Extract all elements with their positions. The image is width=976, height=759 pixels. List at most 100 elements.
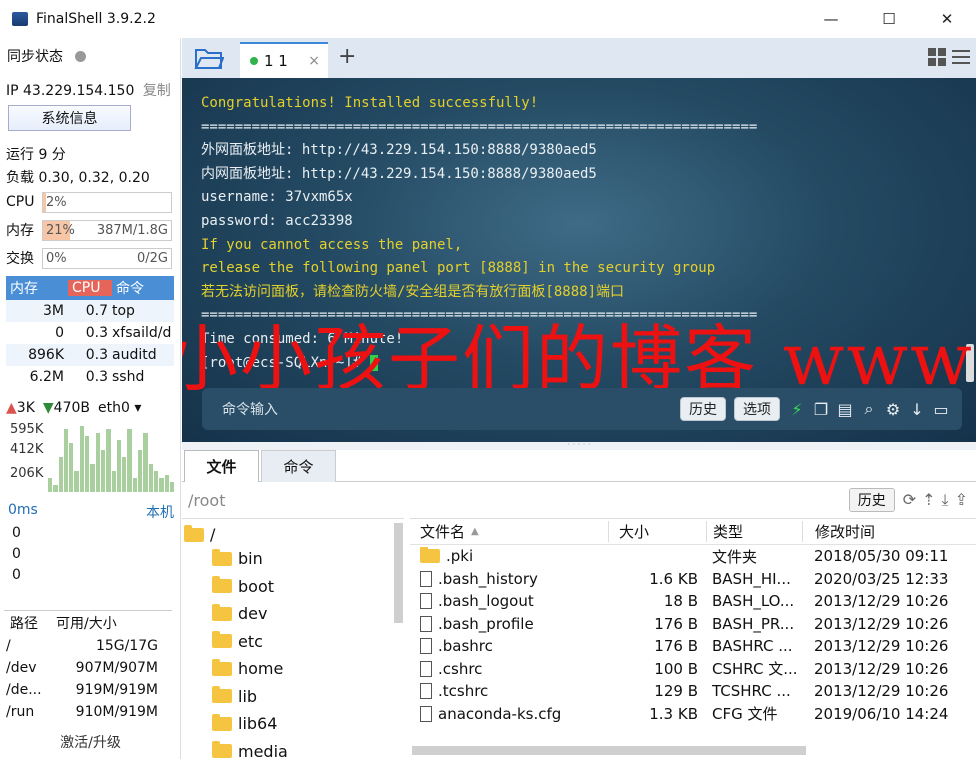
folder-icon	[212, 548, 232, 566]
ip-address: IP 43.229.154.150	[6, 83, 135, 99]
process-row[interactable]: 3M 0.7 top	[6, 300, 174, 322]
network-bar	[159, 478, 164, 492]
network-bar	[90, 464, 95, 492]
disk-row[interactable]: /run 910M/919M	[4, 701, 172, 723]
maximize-button[interactable]: ☐	[860, 0, 918, 38]
file-name: anaconda-ks.cfg	[410, 705, 608, 723]
tree-item[interactable]: etc	[212, 631, 263, 651]
terminal-line: release the following panel port [8888] …	[201, 260, 716, 277]
tree-item-label: lib	[238, 686, 258, 706]
window-icon[interactable]: ▭	[932, 400, 950, 419]
file-row[interactable]: .tcshrc 129 B TCSHRC ... 2013/12/29 10:26	[410, 680, 976, 703]
file-icon	[420, 683, 432, 700]
folder-icon	[184, 524, 204, 542]
disk-size: 907M/907M	[75, 660, 158, 676]
refresh-icon[interactable]: ⟳	[903, 490, 916, 510]
header-available[interactable]: 可用/大小	[50, 613, 158, 633]
close-tab-icon[interactable]: ×	[308, 53, 320, 69]
search-icon[interactable]: ⌕	[860, 399, 878, 418]
session-tab[interactable]: 1 1 ×	[240, 42, 328, 78]
disk-row[interactable]: /de... 919M/919M	[4, 679, 172, 701]
copy-ip-link[interactable]: 复制	[143, 83, 171, 99]
file-modified: 2018/05/30 09:11	[814, 547, 949, 566]
tree-item[interactable]: lib	[212, 686, 258, 706]
status-sidebar: 同步状态 IP 43.229.154.150 复制 系统信息 运行 9 分 负载…	[0, 38, 181, 759]
network-bar	[143, 432, 148, 492]
file-type: BASHRC ...	[712, 637, 793, 656]
uptime: 运行 9 分	[6, 147, 66, 163]
file-type: TCSHRC ...	[712, 682, 791, 701]
network-interface-select[interactable]: eth0 ▾	[98, 400, 141, 416]
disk-table: 路径 可用/大小 / 15G/17G/dev 907M/907M/de... 919M…	[4, 610, 172, 723]
file-row[interactable]: .bash_profile 176 B BASH_PR... 2013/12/29 1…	[410, 613, 976, 636]
tree-item[interactable]: boot	[212, 576, 274, 596]
file-row[interactable]: .pki 文件夹 2018/05/30 09:11	[410, 545, 976, 568]
tree-item[interactable]: dev	[212, 603, 267, 623]
disk-row[interactable]: / 15G/17G	[4, 635, 172, 657]
file-list-scrollbar[interactable]	[412, 746, 806, 755]
folder-open-icon[interactable]	[194, 46, 225, 70]
copy-icon[interactable]: ❐	[812, 400, 830, 419]
header-cpu[interactable]: CPU	[68, 280, 112, 296]
header-type[interactable]: 类型	[706, 521, 802, 542]
file-row[interactable]: .bashrc 176 B BASHRC ... 2013/12/29 10:26	[410, 635, 976, 658]
file-row[interactable]: anaconda-ks.cfg 1.3 KB CFG 文件 2019/06/10 14…	[410, 703, 976, 726]
terminal[interactable]: Congratulations! Installed successfully!…	[182, 78, 976, 442]
path-history-button[interactable]: 历史	[848, 488, 895, 512]
tree-scrollbar[interactable]	[394, 523, 403, 623]
header-filename[interactable]: 文件名 ▲	[410, 521, 608, 542]
minimize-button[interactable]: —	[802, 0, 860, 38]
file-type: BASH_HI...	[712, 569, 791, 588]
tree-item[interactable]: bin	[212, 548, 263, 568]
lightning-icon[interactable]: ⚡	[788, 400, 806, 419]
tree-item-root[interactable]: /	[184, 524, 215, 544]
ping-host[interactable]: 本机	[146, 502, 174, 522]
download-icon[interactable]: ⤓	[942, 490, 949, 510]
file-row[interactable]: .bash_logout 18 B BASH_LO... 2013/12/29 10:…	[410, 590, 976, 613]
system-info-button[interactable]: 系统信息	[8, 105, 131, 131]
header-memory[interactable]: 内存	[6, 278, 68, 298]
activate-upgrade-link[interactable]: 激活/升级	[0, 732, 181, 752]
path-input[interactable]: /root	[188, 491, 849, 510]
terminal-line: 外网面板地址: http://43.229.154.150:8888/9380a…	[201, 142, 597, 159]
download-arrow-icon[interactable]: ↓	[908, 400, 926, 419]
header-size[interactable]: 大小	[608, 521, 706, 542]
process-memory: 0	[55, 325, 64, 341]
disk-row[interactable]: /dev 907M/907M	[4, 657, 172, 679]
tree-item[interactable]: media	[212, 741, 288, 759]
close-window-button[interactable]: ✕	[918, 0, 976, 38]
tab-commands[interactable]: 命令	[261, 450, 336, 482]
menu-icon[interactable]	[952, 48, 970, 66]
file-size: 18 B	[663, 592, 698, 611]
terminal-line: password: acc23398	[201, 212, 353, 229]
history-button[interactable]: 历史	[680, 397, 726, 421]
file-row[interactable]: .cshrc 100 B CSHRC 文... 2013/12/29 10:26	[410, 658, 976, 681]
process-memory: 896K	[28, 347, 64, 363]
process-row[interactable]: 896K 0.3 auditd	[6, 344, 174, 366]
memory-detail: 387M/1.8G	[96, 222, 168, 238]
file-type: BASH_LO...	[712, 592, 795, 611]
process-row[interactable]: 6.2M 0.3 sshd	[6, 366, 174, 388]
file-list-header: 文件名 ▲ 大小 类型 修改时间	[410, 519, 976, 545]
command-input[interactable]: 命令输入	[222, 399, 680, 419]
network-bar	[127, 429, 132, 492]
file-name: .bash_profile	[410, 615, 608, 633]
process-row[interactable]: 0 0.3 xfsaild/d	[6, 322, 174, 344]
header-modified[interactable]: 修改时间	[802, 521, 962, 542]
options-button[interactable]: 选项	[734, 397, 780, 421]
file-row[interactable]: .bash_history 1.6 KB BASH_HI... 2020/03/25 …	[410, 568, 976, 591]
panel-splitter[interactable]: · · · · ·	[182, 441, 976, 450]
upload-icon[interactable]: ⇡	[922, 490, 935, 510]
tab-files[interactable]: 文件	[184, 450, 259, 482]
tree-item[interactable]: lib64	[212, 713, 277, 733]
file-icon	[420, 660, 432, 677]
header-command[interactable]: 命令	[112, 278, 174, 298]
upload-file-icon[interactable]: ⇪	[955, 490, 968, 510]
tree-item[interactable]: home	[212, 658, 283, 678]
header-path[interactable]: 路径	[4, 613, 50, 633]
paste-icon[interactable]: ▤	[836, 400, 854, 419]
disk-size: 15G/17G	[95, 638, 158, 654]
grid-layout-icon[interactable]	[928, 48, 946, 66]
add-tab-button[interactable]: +	[338, 44, 356, 69]
gear-icon[interactable]: ⚙	[884, 400, 902, 419]
